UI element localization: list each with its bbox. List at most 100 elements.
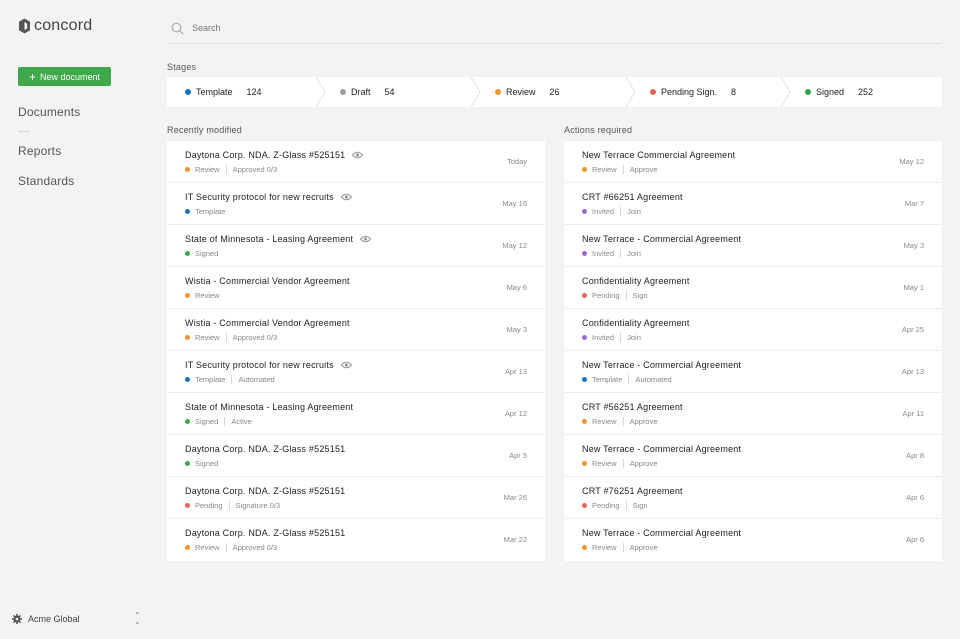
row-title: Confidentiality Agreement — [582, 318, 690, 328]
eye-icon[interactable] — [352, 151, 364, 159]
status-label: Review — [592, 165, 617, 174]
row-meta: Invited Join — [582, 207, 641, 216]
stages-bar: Template 124 Draft 54 Review 26 Pending Sign. 8… — [167, 77, 942, 107]
document-title: New Terrace Commercial Agreement — [582, 150, 736, 160]
recent-document-row[interactable]: State of Minnesota - Leasing Agreement Si… — [167, 393, 545, 435]
document-title: State of Minnesota - Leasing Agreement — [185, 402, 354, 412]
row-title: IT Security protocol for new recruits — [185, 360, 352, 370]
row-title: New Terrace - Commercial Agreement — [582, 528, 741, 538]
search-bar[interactable] — [167, 13, 942, 44]
action-row[interactable]: CRT #76251 Agreement Pending Sign Apr 6 — [564, 477, 942, 519]
meta-separator — [228, 501, 230, 510]
status-label: Invited — [592, 207, 615, 216]
action-row[interactable]: Confidentiality Agreement Invited Join Apr … — [564, 309, 942, 351]
status-label: Review — [195, 543, 220, 552]
actions-required-list: New Terrace Commercial Agreement Review Ap… — [564, 141, 942, 561]
recent-document-row[interactable]: Daytona Corp. NDA. Z-Glass #525151 Signed… — [167, 435, 545, 477]
stage-review[interactable]: Review 26 — [477, 77, 636, 107]
status-detail: Automated — [238, 375, 275, 384]
row-meta: Review Approve — [582, 459, 658, 468]
new-document-button[interactable]: + New document — [18, 67, 111, 86]
search-input[interactable] — [192, 23, 892, 33]
row-title: CRT #56251 Agreement — [582, 402, 683, 412]
action-row[interactable]: New Terrace - Commercial Agreement Review… — [564, 435, 942, 477]
meta-separator — [625, 501, 627, 510]
status-label: Pending — [195, 501, 223, 510]
row-meta: Review Approved 0/3 — [185, 333, 277, 342]
action-row[interactable]: CRT #66251 Agreement Invited Join Mar 7 — [564, 183, 942, 225]
row-meta: Review — [185, 291, 220, 300]
meta-separator — [225, 333, 227, 342]
stage-draft[interactable]: Draft 54 — [322, 77, 481, 107]
status-dot — [582, 335, 587, 340]
nav-standards[interactable]: Standards — [18, 174, 75, 188]
status-dot — [185, 419, 190, 424]
status-dot — [650, 89, 656, 95]
row-date: May 12 — [502, 241, 527, 250]
stage-separator-chevron — [626, 77, 636, 107]
row-meta: Signed — [185, 459, 218, 468]
recent-document-row[interactable]: IT Security protocol for new recruits Tem… — [167, 183, 545, 225]
status-dot — [185, 377, 190, 382]
row-meta: Signed — [185, 249, 218, 258]
recent-document-row[interactable]: IT Security protocol for new recruits Tem… — [167, 351, 545, 393]
row-title: State of Minnesota - Leasing Agreement — [185, 402, 353, 412]
recent-document-row[interactable]: State of Minnesota - Leasing Agreement Si… — [167, 225, 545, 267]
recent-document-row[interactable]: Wistia - Commercial Vendor Agreement Revi… — [167, 309, 545, 351]
recent-document-row[interactable]: Daytona Corp. NDA. Z-Glass #525151 Pendin… — [167, 477, 545, 519]
document-title: Wistia - Commercial Vendor Agreement — [185, 276, 350, 286]
row-date: May 6 — [506, 283, 527, 292]
row-meta: Pending Sign — [582, 501, 648, 510]
nav-reports[interactable]: Reports — [18, 144, 61, 158]
organization-selector[interactable]: Acme Global — [12, 614, 80, 624]
row-meta: Pending Signature 0/3 — [185, 501, 280, 510]
meta-separator — [225, 543, 227, 552]
stage-template[interactable]: Template 124 — [167, 77, 326, 107]
status-label: Review — [592, 459, 617, 468]
action-row[interactable]: New Terrace - Commercial Agreement Templa… — [564, 351, 942, 393]
recent-document-row[interactable]: Daytona Corp. NDA. Z-Glass #525151 Review… — [167, 141, 545, 183]
action-row[interactable]: New Terrace - Commercial Agreement Review… — [564, 519, 942, 561]
eye-icon[interactable] — [340, 193, 352, 201]
status-dot — [185, 209, 190, 214]
meta-separator — [225, 165, 227, 174]
stage-signed[interactable]: Signed 252 — [787, 77, 942, 107]
status-label: Signed — [195, 459, 219, 468]
row-date: Apr 12 — [504, 409, 527, 418]
row-title: Daytona Corp. NDA. Z-Glass #525151 — [185, 528, 345, 538]
meta-separator — [620, 249, 622, 258]
status-dot — [582, 293, 587, 298]
stage-count: 252 — [858, 87, 874, 97]
action-row[interactable]: CRT #56251 Agreement Review Approve Apr 11 — [564, 393, 942, 435]
row-date: Apr 11 — [902, 409, 924, 418]
document-title: IT Security protocol for new recruits — [185, 360, 334, 370]
row-meta: Review Approve — [582, 543, 658, 552]
status-detail: Join — [627, 207, 641, 216]
status-detail: Automated — [635, 375, 672, 384]
logo-text: concord — [34, 17, 93, 34]
recent-document-row[interactable]: Daytona Corp. NDA. Z-Glass #525151 Review… — [167, 519, 545, 561]
row-title: Wistia - Commercial Vendor Agreement — [185, 276, 350, 286]
logo[interactable]: concord — [18, 17, 92, 35]
row-meta: Invited Join — [582, 249, 641, 258]
status-dot — [185, 89, 191, 95]
document-title: CRT #56251 Agreement — [582, 402, 683, 412]
action-row[interactable]: Confidentiality Agreement Pending Sign May … — [564, 267, 942, 309]
eye-icon[interactable] — [340, 361, 352, 369]
document-title: IT Security protocol for new recruits — [185, 192, 334, 202]
row-date: May 16 — [502, 199, 527, 208]
nav-documents[interactable]: Documents — [18, 105, 81, 119]
document-title: Daytona Corp. NDA. Z-Glass #525151 — [185, 444, 346, 454]
row-title: Daytona Corp. NDA. Z-Glass #525151 — [185, 150, 364, 160]
row-meta: Review Approved 0/3 — [185, 165, 277, 174]
action-row[interactable]: New Terrace - Commercial Agreement Invite… — [564, 225, 942, 267]
status-detail: Signature 0/3 — [235, 501, 281, 510]
row-title: New Terrace Commercial Agreement — [582, 150, 735, 160]
chevron-up-down-icon[interactable]: ⌃ ⌄ — [134, 612, 141, 626]
stage-pending-sign[interactable]: Pending Sign. 8 — [632, 77, 791, 107]
status-detail: Approved 0/3 — [232, 333, 278, 342]
action-row[interactable]: New Terrace Commercial Agreement Review Ap… — [564, 141, 942, 183]
recent-document-row[interactable]: Wistia - Commercial Vendor Agreement Revi… — [167, 267, 545, 309]
eye-icon[interactable] — [360, 235, 372, 243]
stage-count: 54 — [384, 87, 395, 97]
